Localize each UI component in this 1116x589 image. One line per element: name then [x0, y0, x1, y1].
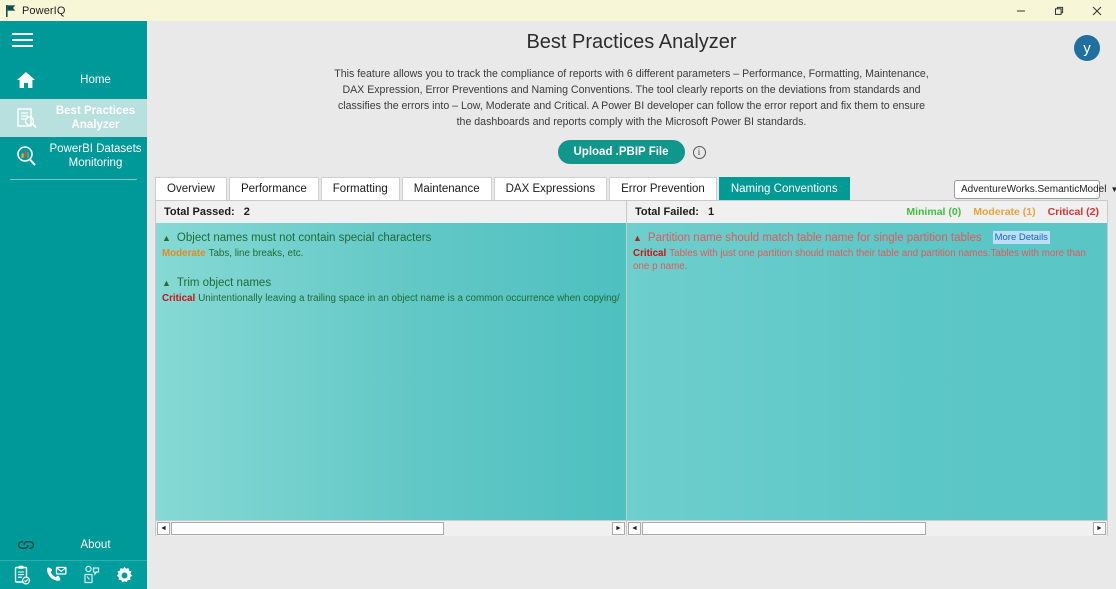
main-content: y Best Practices Analyzer This feature a…: [147, 21, 1116, 589]
rule-description-row: Critical Tables with just one partition s…: [633, 247, 1101, 273]
collapse-caret-icon[interactable]: ▲: [162, 276, 171, 290]
sidebar-item-about-label: About: [80, 539, 111, 551]
sidebar-bottom-bar: [0, 560, 147, 589]
failed-panel: Total Failed: 1 Minimal (0) Moderate (1)…: [627, 201, 1107, 520]
passed-panel: Total Passed: 2 ▲ Object names must not …: [156, 201, 627, 520]
tab-formatting[interactable]: Formatting: [320, 177, 400, 200]
scroll-right-button[interactable]: ►: [612, 522, 625, 535]
app-shell: Home Best Practices Analyzer PowerBI Dat…: [0, 21, 1116, 589]
tab-maintenance[interactable]: Maintenance: [401, 177, 492, 200]
scroll-left-button[interactable]: ◄: [628, 522, 641, 535]
hamburger-icon[interactable]: [0, 21, 34, 61]
support-chat-icon[interactable]: [81, 565, 101, 585]
collapse-caret-icon[interactable]: ▲: [162, 231, 171, 245]
chevron-down-icon: ▼: [1110, 185, 1116, 194]
tab-dax-expressions[interactable]: DAX Expressions: [493, 177, 608, 200]
sidebar-item-best-practices-analyzer-label: Best Practices Analyzer: [55, 105, 136, 131]
rule-description: Tabs, line breaks, etc.: [208, 248, 304, 259]
list-item[interactable]: ▲ Trim object names Critical Unintentiona…: [156, 268, 626, 313]
avatar-initial: y: [1083, 39, 1091, 57]
semantic-model-value: AdventureWorks.SemanticModel: [961, 184, 1107, 195]
list-item[interactable]: ▲ Partition name should match table name…: [627, 229, 1107, 281]
rule-description: Tables with just one partition should ma…: [633, 248, 1086, 272]
window-titlebar: PowerIQ: [0, 0, 1116, 21]
collapse-caret-icon[interactable]: ▲: [633, 231, 642, 245]
results-container: Total Passed: 2 ▲ Object names must not …: [155, 200, 1108, 536]
phone-mail-icon[interactable]: [45, 566, 67, 584]
window-title: PowerIQ: [22, 4, 66, 17]
passed-panel-header: Total Passed: 2: [156, 201, 626, 223]
restore-button[interactable]: [1040, 0, 1078, 21]
page-title: Best Practices Analyzer: [526, 31, 737, 53]
rule-description: Unintentionally leaving a trailing space…: [198, 293, 620, 304]
scroll-left-button[interactable]: ◄: [157, 522, 170, 535]
avatar[interactable]: y: [1074, 35, 1100, 61]
sidebar-item-best-practices-analyzer[interactable]: Best Practices Analyzer: [0, 99, 147, 137]
legend-minimal: Minimal (0): [906, 206, 962, 218]
close-button[interactable]: [1078, 0, 1116, 21]
rule-title: Partition name should match table name f…: [647, 232, 982, 244]
window-controls: [1002, 0, 1116, 21]
scroll-right-button[interactable]: ►: [1093, 522, 1106, 535]
passed-label: Total Passed:: [164, 206, 235, 218]
severity-badge: Moderate: [162, 248, 206, 259]
sidebar-item-home[interactable]: Home: [0, 61, 147, 99]
legend-critical: Critical (2): [1047, 206, 1099, 218]
severity-badge: Critical: [162, 293, 196, 304]
upload-row: Upload .PBIP File i: [147, 140, 1116, 164]
info-circle-icon[interactable]: i: [692, 145, 706, 159]
tab-naming-conventions[interactable]: Naming Conventions: [718, 177, 850, 200]
sidebar-item-powerbi-datasets-monitoring-label: PowerBI Datasets Monitoring: [49, 143, 142, 169]
passed-panel-hscrollbar[interactable]: ◄ ►: [156, 521, 627, 536]
scroll-track[interactable]: [642, 522, 1092, 535]
passed-count: 2: [243, 206, 250, 218]
legend-moderate: Moderate (1): [973, 206, 1036, 218]
rule-title: Object names must not contain special ch…: [176, 232, 432, 244]
results-panels: Total Passed: 2 ▲ Object names must not …: [156, 201, 1107, 520]
scrollbar-row: ◄ ► ◄ ►: [156, 520, 1107, 536]
passed-panel-body[interactable]: ▲ Object names must not contain special …: [156, 223, 626, 520]
tab-error-prevention[interactable]: Error Prevention: [609, 177, 717, 200]
tab-bar: Overview Performance Formatting Maintena…: [155, 177, 1116, 200]
gear-icon[interactable]: [115, 566, 134, 585]
scroll-track[interactable]: [171, 522, 611, 535]
failed-panel-header: Total Failed: 1 Minimal (0) Moderate (1)…: [627, 201, 1107, 223]
severity-badge: Critical: [633, 248, 667, 259]
sidebar-item-home-label: Home: [80, 74, 111, 86]
tab-overview[interactable]: Overview: [155, 177, 227, 200]
scroll-thumb[interactable]: [171, 522, 444, 535]
sidebar-item-about[interactable]: About: [0, 530, 147, 560]
magnifier-chart-icon: [4, 145, 48, 167]
link-icon: [4, 538, 48, 552]
report-analysis-icon: [4, 107, 48, 129]
tab-performance[interactable]: Performance: [228, 177, 319, 200]
failed-count: 1: [708, 206, 715, 218]
failed-panel-body[interactable]: ▲ Partition name should match table name…: [627, 223, 1107, 520]
failed-panel-hscrollbar[interactable]: ◄ ►: [627, 521, 1107, 536]
scroll-thumb[interactable]: [642, 522, 926, 535]
more-details-link[interactable]: More Details: [992, 231, 1050, 244]
list-item[interactable]: ▲ Object names must not contain special …: [156, 229, 626, 268]
failed-label: Total Failed:: [635, 206, 699, 218]
rule-description-row: Critical Unintentionally leaving a traili…: [162, 292, 620, 305]
severity-legend: Minimal (0) Moderate (1) Critical (2): [906, 206, 1099, 218]
semantic-model-dropdown[interactable]: AdventureWorks.SemanticModel ▼: [954, 180, 1116, 199]
sidebar-item-powerbi-datasets-monitoring[interactable]: PowerBI Datasets Monitoring: [0, 137, 147, 175]
page-description: This feature allows you to track the com…: [334, 68, 929, 128]
minimize-button[interactable]: [1002, 0, 1040, 21]
clipboard-check-icon[interactable]: [13, 565, 31, 585]
rule-description-row: Moderate Tabs, line breaks, etc.: [162, 247, 620, 260]
sidebar: Home Best Practices Analyzer PowerBI Dat…: [0, 21, 147, 589]
footer-spacer: [147, 536, 1116, 576]
home-icon: [4, 71, 48, 89]
rule-title: Trim object names: [176, 277, 272, 289]
app-flag-icon: [5, 4, 16, 17]
upload-pbip-file-button[interactable]: Upload .PBIP File: [557, 140, 685, 164]
